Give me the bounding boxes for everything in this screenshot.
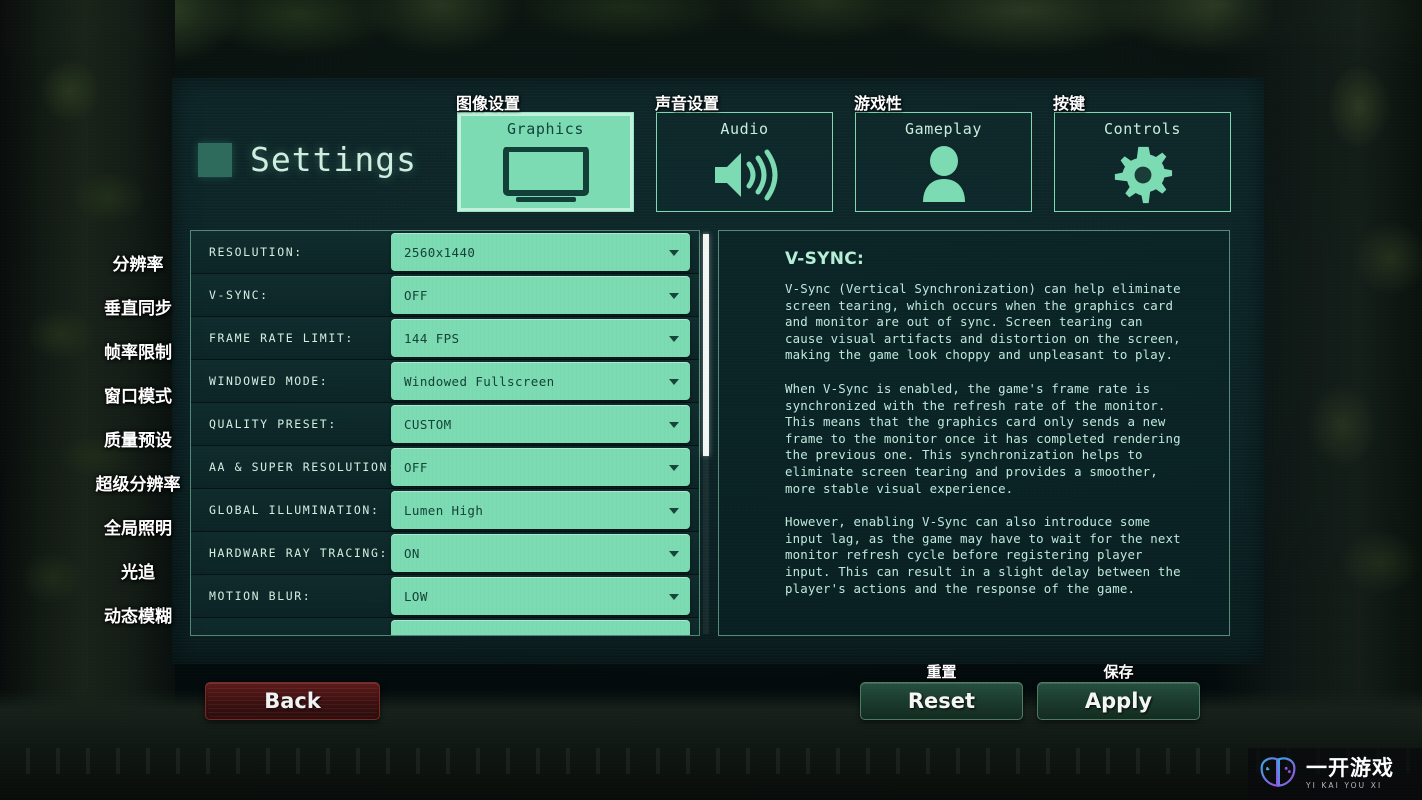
apply-button-cn-label: 保存 bbox=[1103, 663, 1134, 681]
page-title: Settings bbox=[198, 140, 417, 179]
back-button[interactable]: Back bbox=[205, 682, 380, 720]
settings-row-value: OFF bbox=[404, 287, 428, 303]
settings-row-label: WINDOWED MODE: bbox=[209, 374, 329, 388]
game-settings-screen: Settings 图像设置 Graphics 声音设置 Audio 游戏性 Ga… bbox=[0, 0, 1422, 800]
tab-gameplay-label: Gameplay bbox=[904, 120, 983, 138]
sidebar-cn-item: 垂直同步 bbox=[104, 298, 172, 319]
reset-button[interactable]: 重置 Reset bbox=[860, 663, 1023, 720]
settings-row-label: FRAME RATE LIMIT: bbox=[209, 331, 354, 345]
sidebar-cn-item: 光追 bbox=[121, 562, 155, 583]
monitor-icon bbox=[458, 138, 633, 211]
sidebar-cn-item: 超级分辨率 bbox=[95, 474, 181, 495]
chevron-down-icon bbox=[669, 465, 679, 471]
settings-row-label: QUALITY PRESET: bbox=[209, 417, 337, 431]
sidebar-cn-item: 帧率限制 bbox=[104, 342, 172, 363]
chevron-down-icon bbox=[669, 250, 679, 256]
tab-gameplay[interactable]: 游戏性 Gameplay bbox=[854, 94, 1032, 212]
tab-controls-label: Controls bbox=[1103, 120, 1182, 138]
tab-audio[interactable]: 声音设置 Audio bbox=[655, 94, 833, 212]
settings-row-value: 2560x1440 bbox=[404, 244, 476, 260]
tab-audio-cn-label: 声音设置 bbox=[655, 94, 720, 113]
settings-row[interactable]: HARDWARE RAY TRACING: ON bbox=[191, 532, 699, 575]
tab-graphics-cn-label: 图像设置 bbox=[456, 94, 521, 113]
tab-audio-label: Audio bbox=[720, 120, 769, 138]
tab-graphics[interactable]: 图像设置 Graphics bbox=[456, 94, 634, 212]
settings-row[interactable]: RESOLUTION: 2560x1440 bbox=[191, 231, 699, 274]
watermark-en: YI KAI YOU XI bbox=[1306, 781, 1383, 791]
watermark: 一开游戏 YI KAI YOU XI bbox=[1248, 748, 1422, 800]
chevron-down-icon bbox=[669, 508, 679, 514]
settings-row-dropdown[interactable]: OFF bbox=[391, 276, 690, 314]
sidebar-cn-item: 动态模糊 bbox=[104, 606, 172, 627]
chevron-down-icon bbox=[669, 379, 679, 385]
settings-row-dropdown[interactable]: Lumen High bbox=[391, 491, 690, 529]
chevron-down-icon bbox=[669, 336, 679, 342]
settings-row[interactable]: V-SYNC: OFF bbox=[191, 274, 699, 317]
brain-gamepad-logo-icon bbox=[1258, 755, 1298, 793]
settings-row-dropdown[interactable] bbox=[391, 620, 690, 635]
tab-graphics-label: Graphics bbox=[506, 120, 585, 138]
settings-row-value: Windowed Fullscreen bbox=[404, 373, 555, 389]
settings-row[interactable]: FRAME RATE LIMIT: 144 FPS bbox=[191, 317, 699, 360]
settings-row-label: GLOBAL ILLUMINATION: bbox=[209, 503, 380, 517]
settings-row-dropdown[interactable]: OFF bbox=[391, 448, 690, 486]
description-paragraph: When V-Sync is enabled, the game's frame… bbox=[785, 380, 1181, 496]
reset-button-label: Reset bbox=[907, 689, 976, 713]
tab-controls-cn-label: 按键 bbox=[1053, 94, 1086, 113]
settings-row-label: V-SYNC: bbox=[209, 288, 269, 302]
tab-gameplay-cn-label: 游戏性 bbox=[854, 94, 903, 113]
settings-row-label: RESOLUTION: bbox=[209, 245, 303, 259]
gear-icon bbox=[1055, 138, 1230, 211]
title-square-icon bbox=[198, 142, 232, 177]
settings-row-value: Lumen High bbox=[404, 502, 484, 518]
chevron-down-icon bbox=[669, 594, 679, 600]
sidebar-cn-item: 分辨率 bbox=[112, 254, 164, 275]
settings-row[interactable]: QUALITY PRESET: CUSTOM bbox=[191, 403, 699, 446]
watermark-cn: 一开游戏 bbox=[1306, 756, 1394, 781]
sidebar-cn-item: 质量预设 bbox=[104, 430, 172, 451]
settings-row-value: LOW bbox=[404, 588, 428, 604]
description-title: V-SYNC: bbox=[785, 249, 865, 269]
settings-row-dropdown[interactable]: LOW bbox=[391, 577, 690, 615]
settings-row-value: OFF bbox=[404, 459, 428, 475]
settings-row[interactable]: MOTION BLUR: LOW bbox=[191, 575, 699, 618]
settings-row[interactable] bbox=[191, 618, 699, 635]
page-title-text: Settings bbox=[250, 140, 417, 179]
settings-row-label: MOTION BLUR: bbox=[209, 589, 312, 603]
description-paragraph: However, enabling V-Sync can also introd… bbox=[785, 514, 1181, 596]
settings-row[interactable]: WINDOWED MODE: Windowed Fullscreen bbox=[191, 360, 699, 403]
person-icon bbox=[856, 138, 1031, 211]
settings-scrollbar-thumb[interactable] bbox=[703, 234, 709, 456]
settings-row-dropdown[interactable]: ON bbox=[391, 534, 690, 572]
speaker-icon bbox=[657, 138, 832, 211]
settings-row-dropdown[interactable]: CUSTOM bbox=[391, 405, 690, 443]
sidebar-cn-item: 全局照明 bbox=[104, 518, 172, 539]
settings-row-value: ON bbox=[404, 545, 420, 561]
settings-tabbar: 图像设置 Graphics 声音设置 Audio 游戏性 Gameplay 按键… bbox=[456, 94, 1231, 212]
description-paragraph: V-Sync (Vertical Synchronization) can he… bbox=[785, 281, 1181, 363]
tab-controls[interactable]: 按键 Controls bbox=[1053, 94, 1231, 212]
settings-row[interactable]: GLOBAL ILLUMINATION: Lumen High bbox=[191, 489, 699, 532]
watermark-text: 一开游戏 YI KAI YOU XI bbox=[1306, 758, 1394, 790]
settings-row-label: HARDWARE RAY TRACING: bbox=[209, 546, 388, 560]
sidebar-cn-item: 窗口模式 bbox=[104, 386, 172, 407]
chevron-down-icon bbox=[669, 293, 679, 299]
settings-row-value: CUSTOM bbox=[404, 416, 452, 432]
settings-row-dropdown[interactable]: 2560x1440 bbox=[391, 233, 690, 271]
chevron-down-icon bbox=[669, 422, 679, 428]
sidebar-cn-annotations: 分辨率垂直同步帧率限制窗口模式质量预设超级分辨率全局照明光追动态模糊 bbox=[84, 240, 192, 636]
reset-button-cn-label: 重置 bbox=[926, 663, 957, 681]
apply-button[interactable]: 保存 Apply bbox=[1037, 663, 1200, 720]
apply-button-label: Apply bbox=[1084, 689, 1153, 713]
settings-row[interactable]: AA & SUPER RESOLUTION: OFF bbox=[191, 446, 699, 489]
description-panel: V-SYNC: V-Sync (Vertical Synchronization… bbox=[718, 230, 1230, 636]
settings-row-value: 144 FPS bbox=[404, 330, 460, 346]
settings-row-label: AA & SUPER RESOLUTION: bbox=[209, 460, 397, 474]
settings-option-list[interactable]: RESOLUTION: 2560x1440 V-SYNC: OFF FRAME RATE… bbox=[190, 230, 700, 636]
settings-row-dropdown[interactable]: 144 FPS bbox=[391, 319, 690, 357]
chevron-down-icon bbox=[669, 551, 679, 557]
settings-row-dropdown[interactable]: Windowed Fullscreen bbox=[391, 362, 690, 400]
